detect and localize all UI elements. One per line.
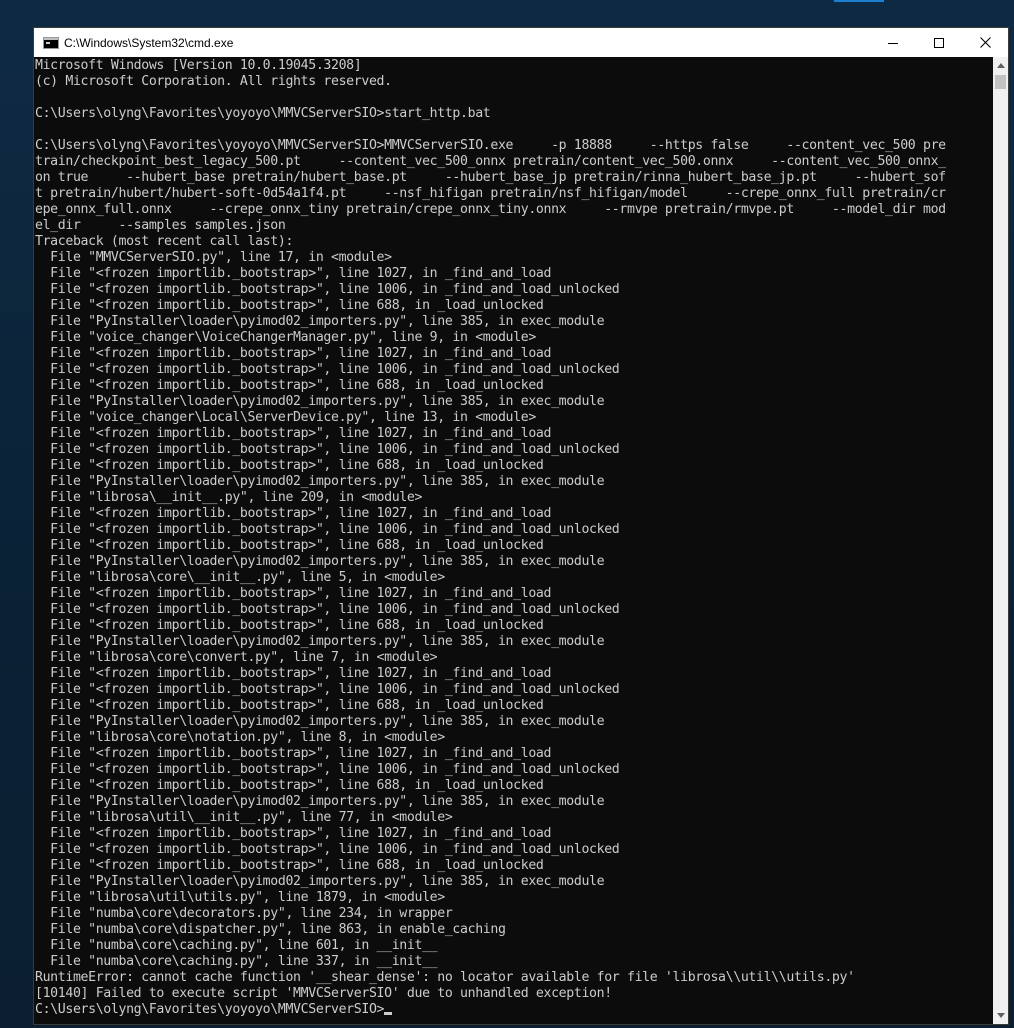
console-line: File "<frozen importlib._bootstrap>", li… bbox=[35, 698, 544, 713]
chevron-up-icon bbox=[996, 63, 1005, 68]
console-line: File "PyInstaller\loader\pyimod02_import… bbox=[35, 554, 605, 569]
vertical-scrollbar[interactable] bbox=[993, 57, 1008, 1024]
console-line: File "PyInstaller\loader\pyimod02_import… bbox=[35, 474, 605, 489]
window-title: C:\Windows\System32\cmd.exe bbox=[64, 35, 234, 50]
console-line: File "librosa\util\__init__.py", line 77… bbox=[35, 810, 453, 825]
console-icon bbox=[43, 36, 59, 49]
console-line: File "<frozen importlib._bootstrap>", li… bbox=[35, 282, 620, 297]
console-line: File "<frozen importlib._bootstrap>", li… bbox=[35, 266, 552, 281]
console-line: File "voice_changer\Local\ServerDevice.p… bbox=[35, 410, 536, 425]
console-line: C:\Users\olyng\Favorites\yoyoyo\MMVCServ… bbox=[35, 138, 946, 153]
console-line: (c) Microsoft Corporation. All rights re… bbox=[35, 74, 392, 89]
console-line: train/checkpoint_best_legacy_500.pt --co… bbox=[35, 154, 946, 169]
console-line: C:\Users\olyng\Favorites\yoyoyo\MMVCServ… bbox=[35, 106, 491, 121]
scroll-up-button[interactable] bbox=[993, 57, 1008, 74]
scroll-thumb[interactable] bbox=[995, 75, 1006, 89]
close-button[interactable] bbox=[962, 28, 1008, 57]
console-line: File "numba\core\caching.py", line 337, … bbox=[35, 954, 438, 969]
console-line: RuntimeError: cannot cache function '__s… bbox=[35, 970, 855, 985]
desktop-accent-bar bbox=[834, 0, 884, 2]
console-line: File "<frozen importlib._bootstrap>", li… bbox=[35, 362, 620, 377]
console-line: File "voice_changer\VoiceChangerManager.… bbox=[35, 330, 536, 345]
console-line: File "<frozen importlib._bootstrap>", li… bbox=[35, 762, 620, 777]
console-line: File "<frozen importlib._bootstrap>", li… bbox=[35, 778, 544, 793]
cmd-window[interactable]: C:\Windows\System32\cmd.exe Microsoft Wi… bbox=[33, 27, 1009, 1025]
maximize-button[interactable] bbox=[916, 28, 962, 57]
console-line: File "<frozen importlib._bootstrap>", li… bbox=[35, 538, 544, 553]
console-line: File "<frozen importlib._bootstrap>", li… bbox=[35, 506, 552, 521]
scroll-down-button[interactable] bbox=[993, 1007, 1008, 1024]
console-line: File "librosa\__init__.py", line 209, in… bbox=[35, 490, 423, 505]
maximize-icon bbox=[934, 37, 944, 48]
console-line: Traceback (most recent call last): bbox=[35, 234, 294, 249]
console-line: File "<frozen importlib._bootstrap>", li… bbox=[35, 746, 552, 761]
console-line: File "<frozen importlib._bootstrap>", li… bbox=[35, 522, 620, 537]
console-line: File "PyInstaller\loader\pyimod02_import… bbox=[35, 394, 605, 409]
console-line: File "<frozen importlib._bootstrap>", li… bbox=[35, 682, 620, 697]
console-line: File "<frozen importlib._bootstrap>", li… bbox=[35, 458, 544, 473]
console-line: File "librosa\util\utils.py", line 1879,… bbox=[35, 890, 445, 905]
console-line: File "<frozen importlib._bootstrap>", li… bbox=[35, 666, 552, 681]
console-line: File "<frozen importlib._bootstrap>", li… bbox=[35, 826, 552, 841]
console-line: Microsoft Windows [Version 10.0.19045.32… bbox=[35, 58, 362, 73]
console-line: File "numba\core\dispatcher.py", line 86… bbox=[35, 922, 506, 937]
console-line: el_dir --samples samples.json bbox=[35, 218, 286, 233]
text-cursor bbox=[384, 1012, 393, 1015]
console-line: File "librosa\core\convert.py", line 7, … bbox=[35, 650, 438, 665]
console-line: File "PyInstaller\loader\pyimod02_import… bbox=[35, 874, 605, 889]
console-line: File "<frozen importlib._bootstrap>", li… bbox=[35, 442, 620, 457]
console-line: File "PyInstaller\loader\pyimod02_import… bbox=[35, 634, 605, 649]
console-line: File "librosa\core\__init__.py", line 5,… bbox=[35, 570, 445, 585]
console-line: File "<frozen importlib._bootstrap>", li… bbox=[35, 858, 544, 873]
console-line: File "<frozen importlib._bootstrap>", li… bbox=[35, 842, 620, 857]
console-line: File "<frozen importlib._bootstrap>", li… bbox=[35, 586, 552, 601]
title-bar[interactable]: C:\Windows\System32\cmd.exe bbox=[34, 28, 1008, 57]
console-line: File "<frozen importlib._bootstrap>", li… bbox=[35, 298, 544, 313]
chevron-down-icon bbox=[996, 1013, 1005, 1018]
console-line: t pretrain/hubert/hubert-soft-0d54a1f4.p… bbox=[35, 186, 946, 201]
command-prompt: C:\Users\olyng\Favorites\yoyoyo\MMVCServ… bbox=[35, 1002, 385, 1017]
console-line: File "PyInstaller\loader\pyimod02_import… bbox=[35, 314, 605, 329]
console-line: on true --hubert_base pretrain/hubert_ba… bbox=[35, 170, 946, 185]
minimize-button[interactable] bbox=[870, 28, 916, 57]
console-prompt-line: C:\Users\olyng\Favorites\yoyoyo\MMVCServ… bbox=[35, 1002, 994, 1018]
console-line: File "<frozen importlib._bootstrap>", li… bbox=[35, 346, 552, 361]
close-icon bbox=[979, 37, 991, 48]
console-line: File "<frozen importlib._bootstrap>", li… bbox=[35, 378, 544, 393]
console-line: File "numba\core\decorators.py", line 23… bbox=[35, 906, 453, 921]
console-line: File "<frozen importlib._bootstrap>", li… bbox=[35, 426, 552, 441]
console-line: File "<frozen importlib._bootstrap>", li… bbox=[35, 618, 544, 633]
minimize-icon bbox=[888, 42, 898, 44]
console-line: File "PyInstaller\loader\pyimod02_import… bbox=[35, 714, 605, 729]
console-line: File "MMVCServerSIO.py", line 17, in <mo… bbox=[35, 250, 392, 265]
console-text: Microsoft Windows [Version 10.0.19045.32… bbox=[34, 57, 994, 1018]
console-line: [10140] Failed to execute script 'MMVCSe… bbox=[35, 986, 612, 1001]
console-line: File "PyInstaller\loader\pyimod02_import… bbox=[35, 794, 605, 809]
console-output[interactable]: Microsoft Windows [Version 10.0.19045.32… bbox=[34, 57, 994, 1024]
console-line: epe_onnx_full.onnx --crepe_onnx_tiny pre… bbox=[35, 202, 946, 217]
console-line: File "numba\core\caching.py", line 601, … bbox=[35, 938, 438, 953]
console-line: File "<frozen importlib._bootstrap>", li… bbox=[35, 602, 620, 617]
console-line: File "librosa\core\notation.py", line 8,… bbox=[35, 730, 445, 745]
